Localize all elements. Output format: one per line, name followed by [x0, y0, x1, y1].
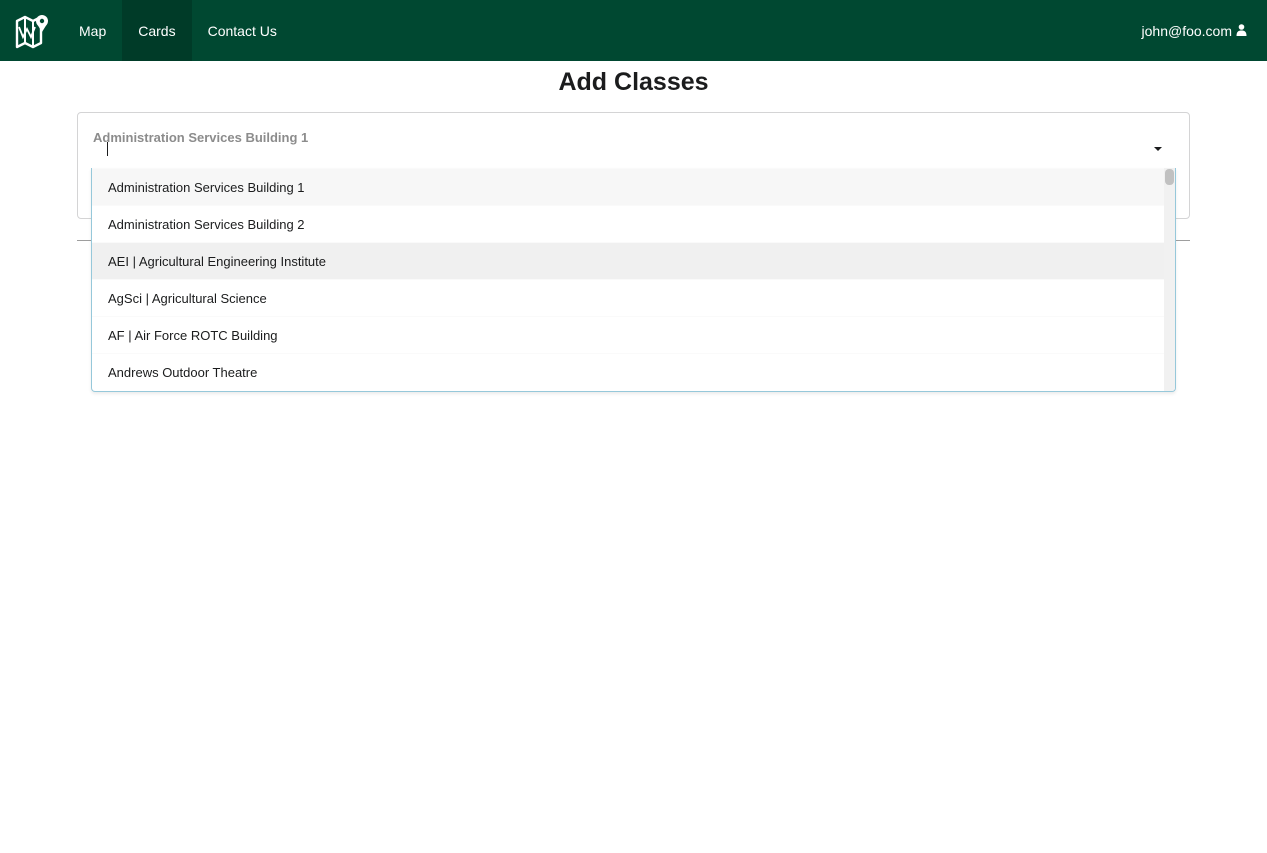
scrollbar-thumb[interactable] [1165, 169, 1174, 185]
map-logo-icon[interactable] [0, 0, 63, 61]
dropdown-option[interactable]: Administration Services Building 2 [92, 205, 1165, 242]
nav-map[interactable]: Map [63, 0, 122, 61]
dropdown-option[interactable]: AgSci | Agricultural Science [92, 279, 1165, 316]
dropdown-option[interactable]: Andrews Outdoor Theatre [92, 353, 1165, 390]
user-menu[interactable]: john@foo.com [1142, 0, 1267, 61]
page-title: Add Classes [558, 68, 709, 96]
search-text-cursor[interactable] [107, 142, 108, 156]
top-navbar: Map Cards Contact Us john@foo.com [0, 0, 1267, 61]
dropdown-scrollbar[interactable] [1164, 168, 1175, 391]
building-select-value: Administration Services Building 1 [93, 130, 309, 145]
dropdown-option[interactable]: AF | Air Force ROTC Building [92, 316, 1165, 353]
user-email: john@foo.com [1141, 22, 1232, 39]
dropdown-option[interactable]: AEI | Agricultural Engineering Institute [92, 242, 1165, 279]
nav-cards[interactable]: Cards [122, 0, 192, 61]
nav-contact-us[interactable]: Contact Us [192, 0, 293, 61]
dropdown-option[interactable]: Administration Services Building 1 [92, 168, 1165, 205]
building-dropdown-menu: Administration Services Building 1 Admin… [91, 168, 1176, 392]
caret-down-icon[interactable] [1154, 147, 1162, 151]
user-icon [1236, 23, 1247, 39]
